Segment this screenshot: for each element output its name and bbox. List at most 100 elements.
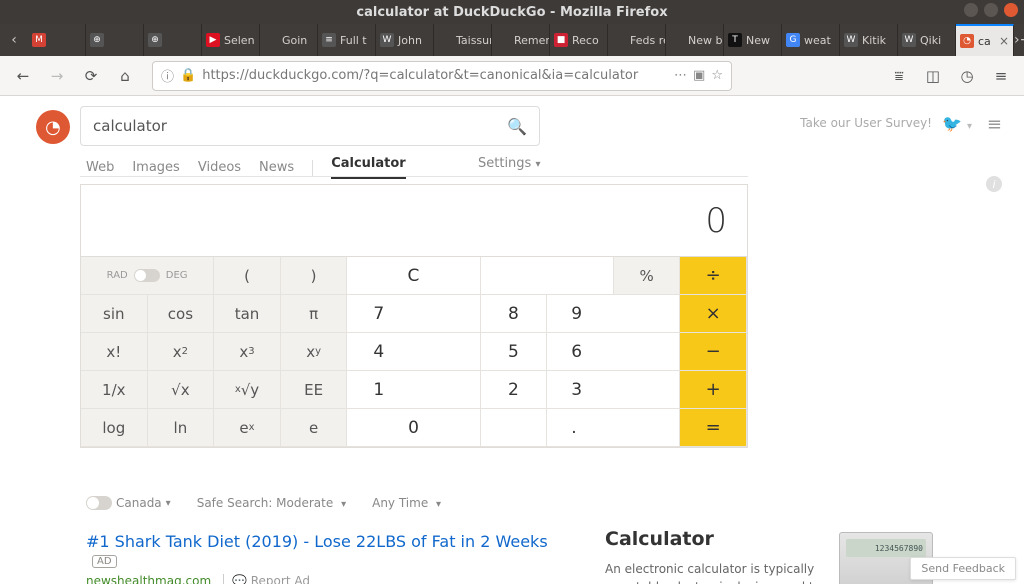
search-icon[interactable]: 🔍 [507,117,527,136]
browser-tab[interactable]: ■Reco [550,24,608,56]
browser-tab[interactable]: ⊕ [144,24,202,56]
browser-tab[interactable]: New bo [666,24,724,56]
key-8[interactable]: 8 [481,295,548,333]
page-action-dots-icon[interactable]: ⋯ [674,68,687,83]
result-title[interactable]: #1 Shark Tank Diet (2019) - Lose 22LBS o… [86,532,566,570]
firefox-menu-button[interactable]: ≡ [986,61,1016,91]
key-sin[interactable]: sin [81,295,148,333]
key-ln[interactable]: ln [148,409,215,447]
page-content: ◔ calculator 🔍 Take our User Survey! 🐦 ▾… [0,96,1024,584]
key-log[interactable]: log [81,409,148,447]
report-ad-link[interactable]: 💬 Report Ad [223,574,310,584]
info-icon[interactable]: i [986,176,1002,192]
key-6[interactable]: 6 [547,333,680,371]
account-button[interactable]: ◷ [952,61,982,91]
key-reciprocal[interactable]: 1/x [81,371,148,409]
key-percent[interactable]: % [614,257,681,295]
library-button[interactable]: ⩸ [884,61,914,91]
window-close-button[interactable] [1004,3,1018,17]
key-exp[interactable]: ex [214,409,281,447]
key-divide[interactable]: ÷ [680,257,747,295]
tab-label: John [398,34,422,47]
duckduckgo-logo[interactable]: ◔ [36,110,70,144]
browser-tab[interactable]: Taissum [434,24,492,56]
user-survey-link[interactable]: Take our User Survey! [800,116,932,130]
tab-videos[interactable]: Videos [198,160,241,175]
result-url[interactable]: newshealthmag.com [86,574,211,584]
key-4[interactable]: 4 [347,333,480,371]
key-0[interactable]: 0 [347,409,480,447]
chevron-down-icon: ▾ [535,159,540,170]
region-filter[interactable]: Canada ▾ [86,496,171,510]
reader-mode-icon[interactable]: ▣ [693,68,705,83]
time-filter[interactable]: Any Time ▾ [372,496,441,510]
site-identity-icon[interactable]: ⓘ [161,66,174,85]
sidebars-button[interactable]: ◫ [918,61,948,91]
browser-tab[interactable]: TNew [724,24,782,56]
chevron-down-icon: ▾ [436,499,441,510]
key-9[interactable]: 9 [547,295,680,333]
key-3[interactable]: 3 [547,371,680,409]
twitter-icon[interactable]: 🐦 ▾ [942,114,972,133]
key-5[interactable]: 5 [481,333,548,371]
key-close-paren[interactable]: ) [281,257,348,295]
browser-tab[interactable]: Remem [492,24,550,56]
browser-tab[interactable]: WQiki [898,24,956,56]
key-pi[interactable]: π [281,295,348,333]
tab-web[interactable]: Web [86,160,114,175]
browser-tab[interactable]: Feds re [608,24,666,56]
key-minus[interactable]: − [680,333,747,371]
tab-label: Goin [282,34,307,47]
browser-tab[interactable]: WKitik [840,24,898,56]
tab-close-icon[interactable]: × [999,34,1009,48]
browser-tab-active[interactable]: ◔ ca × [956,24,1014,56]
tab-images[interactable]: Images [132,160,180,175]
key-1[interactable]: 1 [347,371,480,409]
key-clear[interactable]: C [347,257,480,295]
key-equals[interactable]: = [680,409,747,447]
search-box[interactable]: calculator 🔍 [80,106,540,146]
browser-tab[interactable]: ⊕ [86,24,144,56]
key-open-paren[interactable]: ( [214,257,281,295]
tab-scroll-left-button[interactable]: ‹ [0,24,28,56]
key-xroot[interactable]: x√y [214,371,281,409]
key-plus[interactable]: + [680,371,747,409]
window-maximize-button[interactable] [984,3,998,17]
safesearch-filter[interactable]: Safe Search: Moderate ▾ [197,496,346,510]
key-dot[interactable]: . [547,409,680,447]
settings-menu-icon[interactable]: ≡ [987,114,1002,135]
search-settings-dropdown[interactable]: Settings ▾ [478,156,541,171]
browser-tab[interactable]: ▶Selen [202,24,260,56]
back-button[interactable]: ← [8,61,38,91]
key-cos[interactable]: cos [148,295,215,333]
key-sqrt[interactable]: √x [148,371,215,409]
key-ee[interactable]: EE [281,371,348,409]
browser-tab[interactable]: Gweat [782,24,840,56]
key-7[interactable]: 7 [347,295,480,333]
new-tab-button[interactable]: + [1020,24,1024,56]
key-multiply[interactable]: × [680,295,747,333]
rad-deg-toggle[interactable]: RAD DEG [81,257,214,295]
key-2[interactable]: 2 [481,371,548,409]
key-tan[interactable]: tan [214,295,281,333]
send-feedback-button[interactable]: Send Feedback [910,557,1016,580]
url-bar[interactable]: ⓘ 🔒 https://duckduckgo.com/?q=calculator… [152,61,732,91]
key-x2[interactable]: x2 [148,333,215,371]
browser-tab[interactable]: ≡Full t [318,24,376,56]
bookmark-star-icon[interactable]: ☆ [711,68,723,83]
key-e[interactable]: e [281,409,348,447]
browser-tab[interactable]: Goin [260,24,318,56]
lock-icon: 🔒 [180,68,196,83]
browser-tab[interactable]: WJohn [376,24,434,56]
tab-news[interactable]: News [259,160,294,175]
browser-tab-active-label: ca [978,35,991,48]
tabs-underline [80,176,748,177]
key-xy[interactable]: xy [281,333,348,371]
window-minimize-button[interactable] [964,3,978,17]
key-x3[interactable]: x3 [214,333,281,371]
search-filters: Canada ▾ Safe Search: Moderate ▾ Any Tim… [86,496,441,510]
browser-tab[interactable]: M [28,24,86,56]
key-factorial[interactable]: x! [81,333,148,371]
reload-button[interactable]: ⟳ [76,61,106,91]
home-button[interactable]: ⌂ [110,61,140,91]
